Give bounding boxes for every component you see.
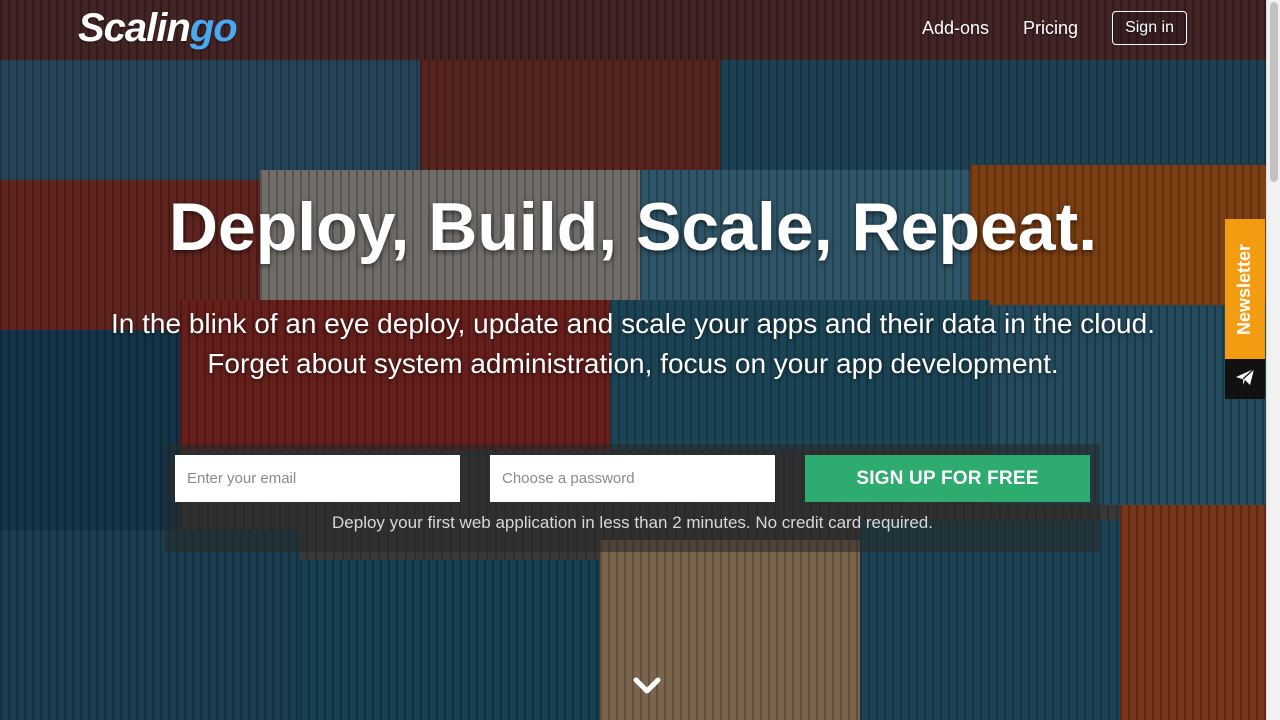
paper-plane-icon (1235, 367, 1255, 392)
nav-link-addons[interactable]: Add-ons (922, 18, 989, 39)
email-field[interactable] (175, 455, 460, 502)
logo-text-accent: go (189, 6, 238, 50)
hero-subline-1: In the blink of an eye deploy, update an… (111, 308, 1155, 339)
newsletter-label: Newsletter (1234, 243, 1255, 335)
signup-note: Deploy your first web application in les… (332, 513, 933, 532)
newsletter-send-button[interactable] (1225, 359, 1265, 399)
nav-link-pricing[interactable]: Pricing (1023, 18, 1078, 39)
password-field[interactable] (490, 455, 775, 502)
top-navigation: Add-ons Pricing Sign in (888, 11, 1187, 45)
scalingo-logo[interactable]: Scalingo (78, 6, 238, 51)
chevron-down-icon[interactable] (633, 672, 661, 700)
hero-headline: Deploy, Build, Scale, Repeat. (168, 189, 1098, 265)
page-scrollbar[interactable] (1266, 0, 1280, 720)
hero-subline-2: Forget about system administration, focu… (207, 348, 1059, 379)
sign-in-button[interactable]: Sign in (1112, 11, 1187, 45)
sign-up-button[interactable]: SIGN UP FOR FREE (805, 455, 1090, 502)
scrollbar-thumb[interactable] (1270, 2, 1278, 182)
logo-text-main: Scalin (78, 6, 191, 50)
newsletter-tab[interactable]: Newsletter (1225, 219, 1265, 359)
